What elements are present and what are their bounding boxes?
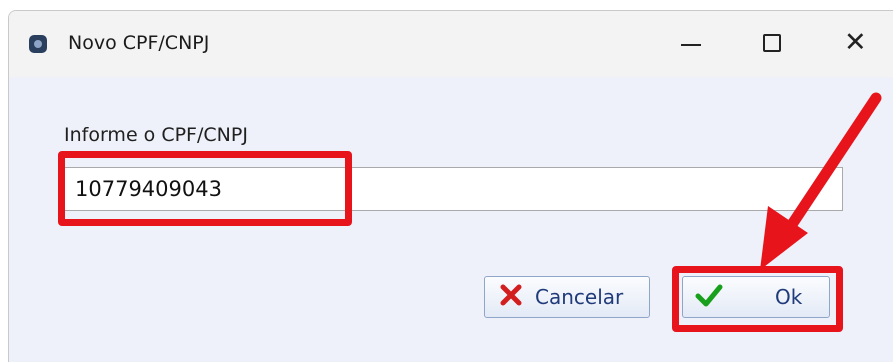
cpf-cnpj-input[interactable] <box>64 167 843 211</box>
minimize-icon <box>681 44 701 46</box>
minimize-button[interactable] <box>669 23 713 63</box>
close-button[interactable]: ✕ <box>834 23 878 63</box>
green-check-icon <box>695 283 723 312</box>
red-x-icon <box>499 284 525 311</box>
maximize-icon <box>763 34 781 52</box>
cancel-button[interactable]: Cancelar <box>484 276 650 318</box>
ok-button-label: Ok <box>775 285 803 309</box>
ok-button[interactable]: Ok <box>682 276 830 318</box>
cancel-button-label: Cancelar <box>535 285 624 309</box>
app-icon <box>29 35 47 53</box>
cpf-cnpj-label: Informe o CPF/CNPJ <box>64 124 248 146</box>
window-title: Novo CPF/CNPJ <box>68 32 210 54</box>
maximize-button[interactable] <box>749 23 793 63</box>
close-icon: ✕ <box>844 27 867 58</box>
title-bar: Novo CPF/CNPJ ✕ <box>9 11 893 77</box>
